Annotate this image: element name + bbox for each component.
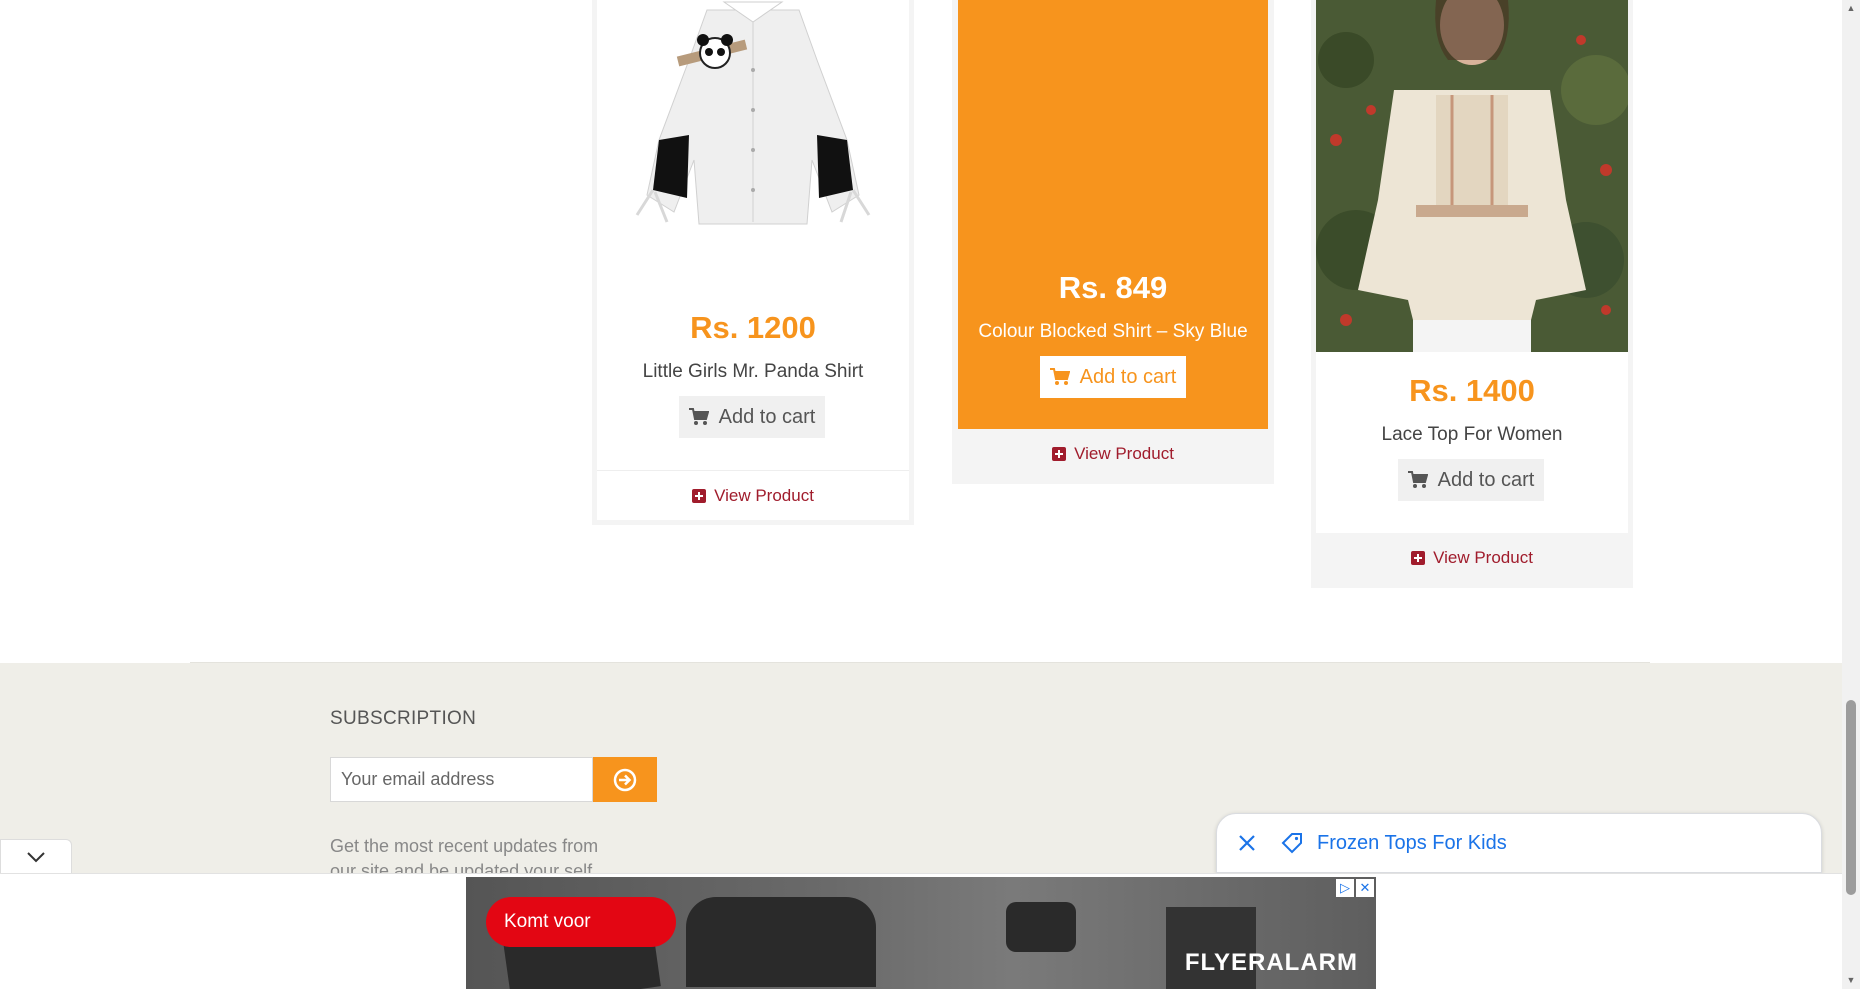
arrow-circle-right-icon bbox=[613, 768, 637, 791]
add-to-cart-label: Add to cart bbox=[1437, 468, 1535, 491]
product-card-body: Rs. 1200 Little Girls Mr. Panda Shirt Ad… bbox=[597, 0, 909, 520]
product-image[interactable] bbox=[597, 0, 909, 290]
add-to-cart-button[interactable]: Add to cart bbox=[679, 396, 825, 438]
cart-icon bbox=[688, 408, 709, 425]
product-card: Rs. 849 Colour Blocked Shirt – Sky Blue … bbox=[952, 0, 1274, 484]
close-icon bbox=[1239, 835, 1255, 851]
scroll-up-arrow-icon[interactable]: ▲ bbox=[1846, 3, 1856, 13]
subscribe-button[interactable] bbox=[593, 757, 657, 802]
cart-icon bbox=[1049, 368, 1070, 385]
product-price: Rs. 849 bbox=[1058, 270, 1168, 305]
add-to-cart-label: Add to cart bbox=[1079, 365, 1177, 388]
product-image[interactable] bbox=[1316, 0, 1628, 352]
product-card-body: Rs. 1400 Lace Top For Women Add to cart bbox=[1316, 0, 1628, 533]
product-card: Rs. 1400 Lace Top For Women Add to cart … bbox=[1311, 0, 1633, 588]
ad-close-icon[interactable]: ✕ bbox=[1356, 879, 1374, 897]
product-name[interactable]: Lace Top For Women bbox=[1316, 424, 1628, 446]
product-name[interactable]: Colour Blocked Shirt – Sky Blue bbox=[958, 321, 1268, 343]
chip-link[interactable]: Frozen Tops For Kids bbox=[1317, 832, 1507, 855]
product-card-highlight: Rs. 849 Colour Blocked Shirt – Sky Blue … bbox=[958, 0, 1268, 429]
view-product-link[interactable]: View Product bbox=[1311, 533, 1633, 583]
ad-info-icon[interactable]: ▷ bbox=[1336, 879, 1354, 897]
view-product-link[interactable]: View Product bbox=[597, 470, 909, 520]
suggestion-chip: Frozen Tops For Kids bbox=[1216, 813, 1822, 873]
plus-square-icon bbox=[1052, 447, 1067, 461]
ad-brand-logo: FLYERALARM bbox=[1184, 949, 1358, 976]
product-price: Rs. 1400 bbox=[1409, 373, 1535, 408]
cart-icon bbox=[1407, 471, 1428, 488]
ad-image-shape bbox=[686, 897, 876, 987]
ad-collapse-button[interactable] bbox=[0, 839, 72, 873]
ad-choices: ▷ ✕ bbox=[1336, 879, 1374, 897]
add-to-cart-button[interactable]: Add to cart bbox=[1040, 356, 1186, 398]
product-card: Rs. 1200 Little Girls Mr. Panda Shirt Ad… bbox=[592, 0, 914, 525]
plus-square-icon bbox=[1411, 551, 1426, 565]
subscription-title: SUBSCRIPTION bbox=[330, 708, 477, 729]
chip-close-button[interactable] bbox=[1217, 813, 1277, 873]
email-input[interactable] bbox=[330, 757, 593, 802]
tag-icon bbox=[1277, 831, 1307, 855]
page: Rs. 1200 Little Girls Mr. Panda Shirt Ad… bbox=[0, 0, 1860, 989]
product-name[interactable]: Little Girls Mr. Panda Shirt bbox=[597, 361, 909, 383]
view-product-label: View Product bbox=[714, 485, 814, 505]
ad-image-shape bbox=[1006, 902, 1076, 952]
view-product-label: View Product bbox=[1074, 444, 1174, 463]
plus-square-icon bbox=[692, 488, 707, 503]
product-price: Rs. 1200 bbox=[690, 310, 816, 345]
view-product-link[interactable]: View Product bbox=[952, 429, 1274, 479]
ad-cta-button[interactable]: Komt voor bbox=[486, 897, 676, 947]
add-to-cart-button[interactable]: Add to cart bbox=[1398, 459, 1544, 501]
chevron-down-icon bbox=[27, 851, 45, 862]
add-to-cart-label: Add to cart bbox=[718, 405, 816, 428]
view-product-label: View Product bbox=[1433, 548, 1533, 567]
ad-banner[interactable]: Komt voor FLYERALARM ▷ ✕ bbox=[466, 877, 1376, 989]
scrollbar[interactable]: ▲ ▼ bbox=[1842, 0, 1860, 989]
scroll-down-arrow-icon[interactable]: ▼ bbox=[1846, 975, 1856, 985]
scroll-thumb[interactable] bbox=[1846, 700, 1856, 895]
